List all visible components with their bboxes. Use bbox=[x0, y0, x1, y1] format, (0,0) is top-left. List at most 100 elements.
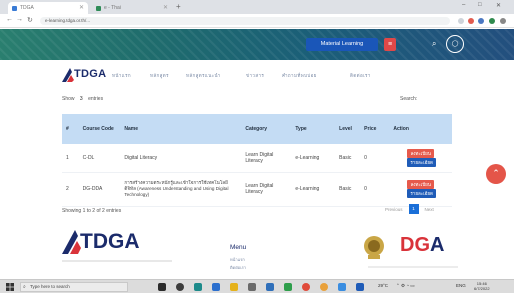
app-icon[interactable] bbox=[248, 283, 256, 291]
cell-price: 0 bbox=[360, 144, 390, 173]
col-header-category[interactable]: Category bbox=[241, 114, 292, 144]
tab-label: e - Thai bbox=[104, 5, 121, 11]
footer-menu-title: Menu bbox=[230, 244, 247, 251]
weather-text[interactable]: 29°C bbox=[378, 283, 388, 288]
register-button[interactable]: ลงทะเบียน bbox=[407, 148, 434, 158]
taskbar-search-placeholder: Type here to search bbox=[30, 284, 70, 289]
app-icon[interactable] bbox=[356, 283, 364, 291]
nav-link-recommended[interactable]: หลักสูตรแนะนำ bbox=[186, 72, 221, 79]
nav-link-courses[interactable]: หลักสูตร bbox=[150, 72, 169, 79]
app-icon[interactable] bbox=[284, 283, 292, 291]
nav-link-contact[interactable]: ติดต่อเรา bbox=[350, 72, 371, 79]
maximize-icon[interactable]: □ bbox=[478, 2, 482, 8]
table-row: 2 DG-DDA การสร้างความตระหนักรู้และเข้าใจ… bbox=[62, 172, 452, 207]
app-icon[interactable] bbox=[338, 283, 346, 291]
banner-pattern bbox=[0, 29, 514, 60]
forward-icon[interactable]: → bbox=[16, 16, 23, 23]
url-input[interactable]: e-learning.tdga.or.th/... bbox=[40, 17, 450, 25]
cell-action: ลงทะเบียนรายละเอียด bbox=[389, 172, 452, 207]
detail-button[interactable]: รายละเอียด bbox=[407, 157, 436, 167]
nav-link-news[interactable]: ข่าวสาร bbox=[246, 72, 264, 79]
browser-tab-active[interactable]: TDGA ✕ bbox=[8, 2, 88, 14]
detail-button[interactable]: รายละเอียด bbox=[407, 189, 436, 198]
app-icon[interactable] bbox=[266, 283, 274, 291]
dga-logo: DGA bbox=[400, 234, 445, 256]
nav-link-faq[interactable]: คำถามที่พบบ่อย bbox=[282, 72, 317, 79]
pager-next[interactable]: Next bbox=[422, 207, 437, 212]
cell-type: e-Learning bbox=[291, 144, 336, 173]
entries-label: entries bbox=[88, 96, 104, 102]
courses-table: # Course Code Name Category Type Level P… bbox=[62, 114, 452, 207]
cell-type: e-Learning bbox=[291, 172, 336, 207]
cell-level: Basic bbox=[335, 172, 361, 207]
back-icon[interactable]: ← bbox=[6, 16, 13, 23]
cell-name: Digital Literacy bbox=[120, 144, 242, 173]
footer-menu-link-contact[interactable]: ติดต่อเรา bbox=[230, 264, 246, 271]
scroll-to-top-button[interactable]: ⌃ bbox=[486, 164, 506, 184]
col-header-price[interactable]: Price bbox=[360, 114, 390, 144]
tab-favicon-icon bbox=[96, 5, 101, 11]
extension-icon[interactable] bbox=[478, 18, 484, 24]
edge-icon[interactable] bbox=[194, 283, 202, 291]
table-header-row: # Course Code Name Category Type Level P… bbox=[62, 114, 452, 144]
cell-code: DG-DDA bbox=[78, 172, 121, 207]
cell-category: Learn Digital Literacy bbox=[241, 144, 292, 173]
browser-tab[interactable]: e - Thai ✕ bbox=[92, 2, 172, 14]
nav-link-home[interactable]: หน้าแรก bbox=[112, 72, 131, 79]
windows-start-icon[interactable] bbox=[6, 283, 14, 291]
col-header-code[interactable]: Course Code bbox=[78, 114, 121, 144]
material-learning-button[interactable]: Material Learning bbox=[306, 38, 378, 51]
close-window-icon[interactable]: ✕ bbox=[496, 2, 501, 9]
browser-tabstrip: TDGA ✕ e - Thai ✕ + – □ ✕ bbox=[0, 0, 514, 14]
taskview-icon[interactable] bbox=[158, 283, 166, 291]
tab-label: TDGA bbox=[20, 5, 34, 11]
pagination: Previous 1 Next bbox=[382, 204, 437, 214]
clock[interactable]: 15:46 6/7/2022 bbox=[474, 281, 490, 291]
tab-favicon-icon bbox=[12, 5, 17, 11]
banner-red-button[interactable]: ≡ bbox=[384, 38, 396, 51]
search-icon: ⌕ bbox=[23, 284, 26, 290]
app-icon[interactable] bbox=[302, 283, 310, 291]
top-banner: Material Learning ≡ ⌕ ◯ bbox=[0, 29, 514, 60]
pager-previous[interactable]: Previous bbox=[382, 207, 406, 212]
col-header-level[interactable]: Level bbox=[335, 114, 361, 144]
new-tab-button[interactable]: + bbox=[176, 2, 181, 11]
tray-icons[interactable]: ⌃ ⚙ ◔ ▭ bbox=[396, 283, 415, 289]
cell-level: Basic bbox=[335, 144, 361, 173]
register-button[interactable]: ลงทะเบียน bbox=[407, 180, 434, 189]
menu-kebab-icon[interactable] bbox=[500, 18, 506, 24]
cell-name: การสร้างความตระหนักรู้และเข้าใจการใช้เทค… bbox=[120, 172, 242, 207]
clock-date: 6/7/2022 bbox=[474, 286, 490, 291]
store-icon[interactable] bbox=[212, 283, 220, 291]
reload-icon[interactable]: ↻ bbox=[27, 16, 33, 24]
government-seal-icon bbox=[364, 236, 384, 259]
col-header-num[interactable]: # bbox=[62, 114, 79, 144]
col-header-action: Action bbox=[389, 114, 452, 144]
col-header-name[interactable]: Name bbox=[120, 114, 242, 144]
col-header-type[interactable]: Type bbox=[291, 114, 336, 144]
close-tab-icon[interactable]: ✕ bbox=[79, 4, 84, 11]
cell-num: 1 bbox=[62, 144, 79, 173]
profile-avatar-icon[interactable] bbox=[489, 18, 495, 24]
site-logo[interactable]: TDGA bbox=[74, 68, 106, 80]
close-tab-icon[interactable]: ✕ bbox=[163, 4, 168, 11]
extension-icon[interactable] bbox=[458, 18, 464, 24]
extension-icon[interactable] bbox=[468, 18, 474, 24]
entries-select[interactable]: 3 bbox=[80, 96, 83, 102]
user-icon[interactable]: ◯ bbox=[446, 35, 464, 53]
chrome-icon[interactable] bbox=[320, 283, 328, 291]
search-icon[interactable]: ⌕ bbox=[432, 39, 436, 49]
language-indicator[interactable]: ENG bbox=[456, 283, 466, 288]
minimize-icon[interactable]: – bbox=[462, 2, 465, 8]
search-label: Search: bbox=[400, 96, 418, 102]
dga-underline bbox=[368, 266, 458, 268]
footer-menu-link-home[interactable]: หน้าแรก bbox=[230, 256, 245, 263]
footer-divider bbox=[62, 260, 172, 262]
pager-page-current[interactable]: 1 bbox=[408, 204, 419, 214]
taskbar-search-input[interactable]: ⌕ Type here to search bbox=[20, 282, 128, 292]
show-label: Show bbox=[62, 96, 75, 102]
cell-price: 0 bbox=[360, 172, 390, 207]
showing-entries-text: Showing 1 to 2 of 2 entries bbox=[62, 208, 122, 214]
cortana-icon[interactable] bbox=[176, 283, 184, 291]
file-explorer-icon[interactable] bbox=[230, 283, 238, 291]
